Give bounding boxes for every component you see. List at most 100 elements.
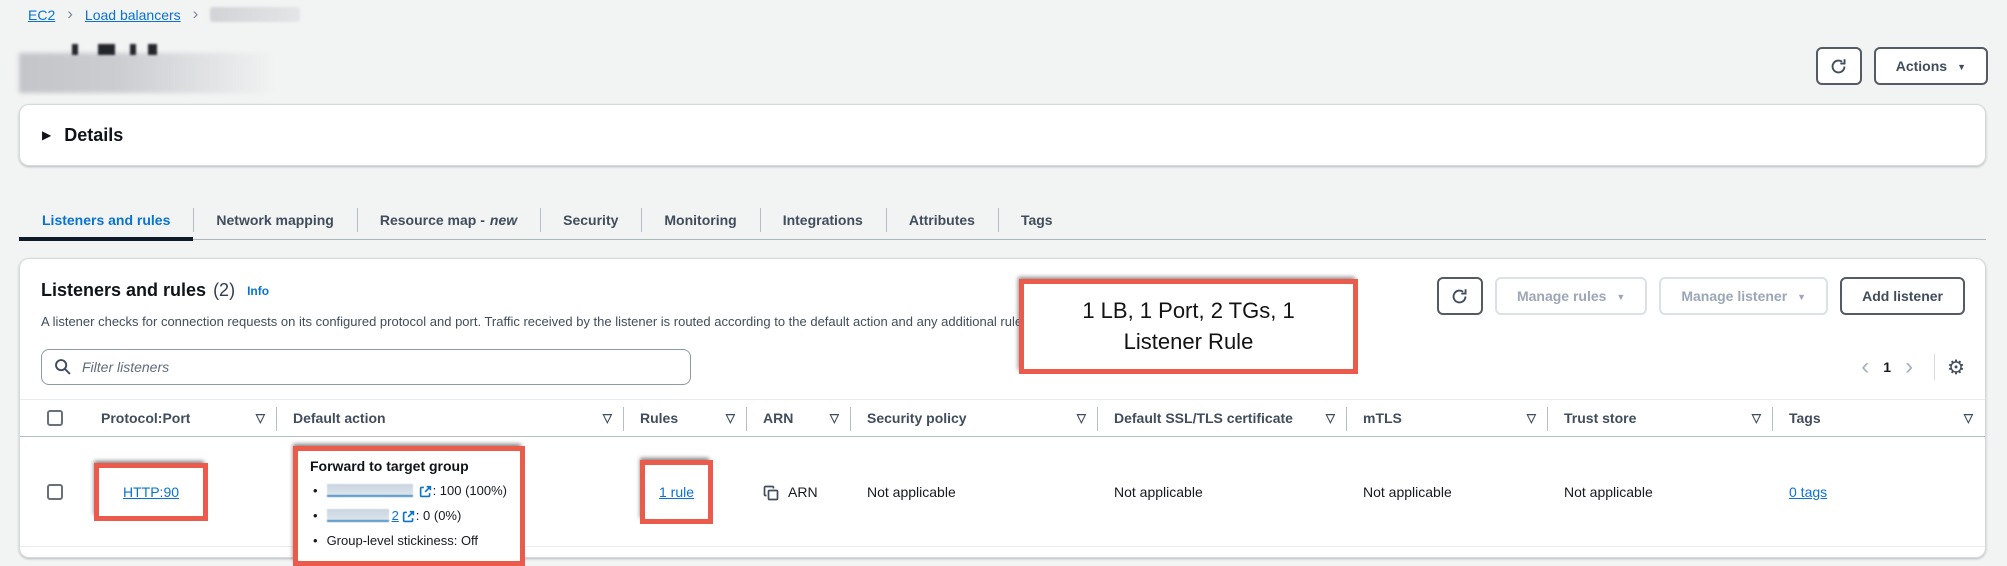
column-filter-icon[interactable]: ▽ <box>595 411 612 425</box>
column-filter-icon[interactable]: ▽ <box>1519 411 1536 425</box>
listener-link[interactable]: HTTP:90 <box>123 484 179 500</box>
annotation-highlight-box: Forward to target group • : 100 (100%) •… <box>293 446 525 566</box>
security-policy-value: Not applicable <box>867 484 956 500</box>
details-section-toggle[interactable]: ▶ Details <box>19 104 1986 166</box>
column-header-security-policy[interactable]: Security policy ▽ <box>851 400 1098 436</box>
select-all-cell <box>20 400 85 436</box>
select-all-checkbox[interactable] <box>47 410 63 426</box>
caret-down-icon: ▼ <box>1797 292 1806 302</box>
column-filter-icon[interactable]: ▽ <box>1069 411 1086 425</box>
tab-label: Resource map - <box>380 212 485 228</box>
search-icon <box>54 358 71 375</box>
info-link[interactable]: Info <box>247 284 269 298</box>
annotation-callout: 1 LB, 1 Port, 2 TGs, 1 Listener Rule <box>1019 279 1358 374</box>
panel-description: A listener checks for connection request… <box>41 314 1032 329</box>
breadcrumb-link-ec2[interactable]: EC2 <box>28 7 55 23</box>
forward-action-title: Forward to target group <box>308 455 510 478</box>
table-header-row: Protocol:Port ▽ Default action ▽ Rules ▽… <box>20 399 1985 437</box>
caret-down-icon: ▼ <box>1616 292 1625 302</box>
filter-listeners-input[interactable] <box>41 349 691 385</box>
bullet-icon: • <box>313 503 318 528</box>
column-header-tags[interactable]: Tags ▽ <box>1773 400 1985 436</box>
manage-rules-button[interactable]: Manage rules ▼ <box>1495 277 1647 315</box>
manage-listener-label: Manage listener <box>1681 288 1787 304</box>
next-page-icon[interactable]: › <box>1896 355 1922 379</box>
listeners-panel: Listeners and rules (2) Info A listener … <box>19 258 1986 558</box>
current-page-number[interactable]: 1 <box>1878 359 1896 375</box>
breadcrumb: EC2 › Load balancers › <box>28 6 300 23</box>
security-policy-cell: Not applicable <box>851 437 1098 546</box>
title-glyph-remnant <box>72 44 78 55</box>
breadcrumb-link-load-balancers[interactable]: Load balancers <box>85 7 181 23</box>
column-header-arn[interactable]: ARN ▽ <box>747 400 851 436</box>
column-filter-icon[interactable]: ▽ <box>822 411 839 425</box>
tab-label: Integrations <box>783 212 863 228</box>
external-link-icon <box>419 485 432 498</box>
column-header-default-action[interactable]: Default action ▽ <box>277 400 624 436</box>
table-row: HTTP:90 Forward to target group • : 100 … <box>20 437 1985 547</box>
target-group-weight: : 100 (100%) <box>433 478 507 503</box>
row-select-cell <box>20 437 85 546</box>
rules-cell: 1 rule <box>624 437 747 546</box>
column-filter-icon[interactable]: ▽ <box>1744 411 1761 425</box>
mtls-value: Not applicable <box>1363 484 1452 500</box>
column-filter-icon[interactable]: ▽ <box>718 411 735 425</box>
caret-down-icon: ▼ <box>1957 62 1966 72</box>
target-group-weight: : 0 (0%) <box>416 503 462 528</box>
tags-link[interactable]: 0 tags <box>1789 484 1827 500</box>
mtls-cell: Not applicable <box>1347 437 1548 546</box>
target-group-item: • : 100 (100%) <box>308 478 510 503</box>
disclosure-right-icon: ▶ <box>42 128 51 142</box>
tab[interactable]: Attributes <box>886 201 998 239</box>
target-group-name-redacted[interactable] <box>327 509 389 522</box>
copy-arn-icon[interactable] <box>763 485 779 501</box>
ssl-certificate-value: Not applicable <box>1114 484 1203 500</box>
breadcrumb-current-redacted <box>210 7 300 22</box>
bullet-icon: • <box>313 528 318 553</box>
column-filter-icon[interactable]: ▽ <box>1956 411 1973 425</box>
tab[interactable]: Listeners and rules <box>19 201 193 239</box>
trust-store-cell: Not applicable <box>1548 437 1773 546</box>
panel-actions: Manage rules ▼ Manage listener ▼ Add lis… <box>1437 277 1965 315</box>
title-glyph-remnant <box>148 44 157 55</box>
preferences-gear-icon[interactable]: ⚙ <box>1947 355 1965 379</box>
tab[interactable]: Security <box>540 201 641 239</box>
row-checkbox[interactable] <box>47 484 63 500</box>
tab-bar: Listeners and rules Network mapping Reso… <box>19 201 1986 240</box>
tab[interactable]: Resource map - new <box>357 201 540 239</box>
column-header-mtls[interactable]: mTLS ▽ <box>1347 400 1548 436</box>
target-group-name-redacted[interactable] <box>327 484 413 497</box>
table-refresh-button[interactable] <box>1437 277 1483 315</box>
tab[interactable]: Integrations <box>760 201 886 239</box>
previous-page-icon[interactable]: ‹ <box>1852 355 1878 379</box>
panel-title: Listeners and rules <box>41 280 206 301</box>
annotation-highlight-box: 1 rule <box>640 460 713 524</box>
column-header-protocol-port[interactable]: Protocol:Port ▽ <box>85 400 277 436</box>
column-header-ssl-certificate[interactable]: Default SSL/TLS certificate ▽ <box>1098 400 1347 436</box>
column-header-rules[interactable]: Rules ▽ <box>624 400 747 436</box>
column-header-trust-store[interactable]: Trust store ▽ <box>1548 400 1773 436</box>
arn-cell: ARN <box>747 437 851 546</box>
rules-link[interactable]: 1 rule <box>659 484 694 500</box>
manage-rules-label: Manage rules <box>1517 288 1606 304</box>
stickiness-text: Group-level stickiness: Off <box>327 528 478 553</box>
refresh-button[interactable] <box>1816 47 1862 85</box>
actions-button[interactable]: Actions ▼ <box>1874 47 1988 85</box>
listener-count: (2) <box>213 280 235 301</box>
tab[interactable]: Tags <box>998 201 1076 239</box>
title-glyph-remnant <box>98 44 115 55</box>
column-filter-icon[interactable]: ▽ <box>1318 411 1335 425</box>
column-filter-icon[interactable]: ▽ <box>248 411 265 425</box>
tab[interactable]: Network mapping <box>193 201 356 239</box>
target-group-name-visible[interactable]: 2 <box>392 503 399 528</box>
manage-listener-button[interactable]: Manage listener ▼ <box>1659 277 1828 315</box>
tab-label: Listeners and rules <box>42 212 170 228</box>
tab-label-new-badge: new <box>490 212 517 228</box>
trust-store-value: Not applicable <box>1564 484 1653 500</box>
annotation-highlight-box: HTTP:90 <box>94 463 208 521</box>
add-listener-button[interactable]: Add listener <box>1840 277 1965 315</box>
tab[interactable]: Monitoring <box>641 201 759 239</box>
filter-container <box>41 349 691 385</box>
add-listener-label: Add listener <box>1862 288 1943 304</box>
tags-cell: 0 tags <box>1773 437 1985 546</box>
